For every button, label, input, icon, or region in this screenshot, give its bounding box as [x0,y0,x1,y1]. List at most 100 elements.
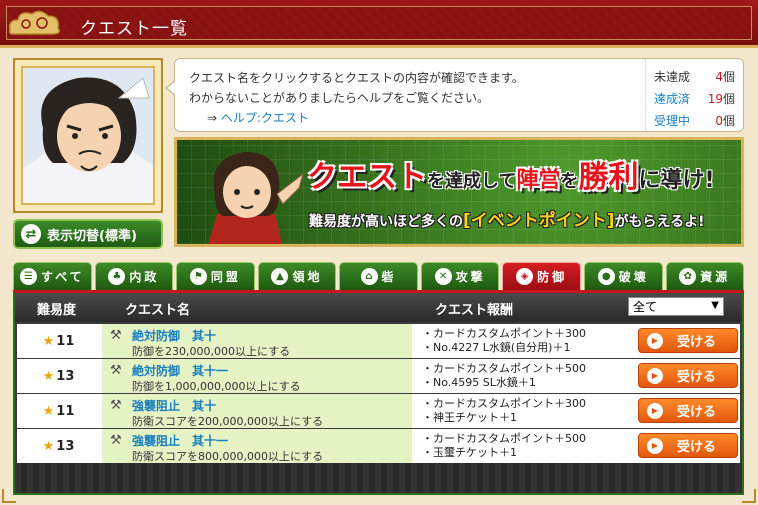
banner-word: を達成して [427,171,517,192]
frame-corner [153,203,163,213]
accept-button[interactable]: ▶ 受ける [638,398,738,423]
quest-title-link[interactable]: 絶対防御 其十一 [132,362,228,379]
reward-cell: ・カードカスタムポイント＋500 ・玉璽チケット＋1 [414,429,628,463]
quest-title-link[interactable]: 強襲阻止 其十一 [132,432,228,449]
help-link[interactable]: ヘルプ:クエスト [221,111,309,125]
frame-corner [153,58,163,68]
banner-word: クエスト [307,160,427,195]
tree-icon: ♣ [108,268,126,285]
stat-unit: 個 [722,113,735,128]
table-row: ★ 13 ⚒ 絶対防御 其十一 防御を1,000,000,000以上にする ・カードカスタ… [17,359,740,393]
play-icon: ▶ [647,332,663,349]
accept-button[interactable]: ▶ 受ける [638,363,738,388]
tab-label: 内政 [129,270,160,284]
table-row: ★ 11 ⚒ 絶対防御 其十 防御を230,000,000以上にする ・カードカスタムポイ… [17,324,740,358]
level-cell: ★ 11 [17,324,100,358]
level-value: 11 [56,403,75,419]
name-cell: ⚒ 絶対防御 其十 防御を230,000,000以上にする [102,324,412,358]
table-footer [15,463,742,493]
reward-cell: ・カードカスタムポイント＋500 ・No.4595 SL水鏡＋1 [414,359,628,393]
category-tabs: ☰ すべて ♣ 内政 ⚑ 同盟 ▲ 領地 ⌂ 砦 ✕ 攻撃 ◈ 防御 ● 破壊 ✿ 資源 [13,262,745,290]
quest-rows: ★ 11 ⚒ 絶対防御 其十 防御を230,000,000以上にする ・カードカスタムポイ… [17,324,740,464]
stat-completed: 達成済 19個 [654,87,735,109]
table-header: 難易度 クエスト名 クエスト報酬 全て ▼ [15,293,742,322]
tab-3[interactable]: ▲ 領地 [257,262,337,290]
banner-word: 勝利 [578,160,639,195]
general-portrait-image [23,68,153,203]
map-icon: ▲ [271,268,289,285]
quest-desc: 防衛スコアを200,000,000以上にする [132,415,324,428]
quest-title-link[interactable]: 絶対防御 其十 [132,327,216,344]
accept-label: 受ける [677,440,717,455]
frame-corner [13,58,23,68]
tab-7[interactable]: ● 破壊 [583,262,663,290]
tab-label: すべて [40,270,85,284]
level-cell: ★ 11 [17,394,100,428]
chevron-down-icon: ▼ [711,300,719,311]
avatar [21,66,155,205]
list-icon: ☰ [19,268,37,285]
reward-cell: ・カードカスタムポイント＋300 ・神王チケット＋1 [414,394,628,428]
level-cell: ★ 13 [17,359,100,393]
bomb-icon: ● [597,268,615,285]
reward-line: ・玉璽チケット＋1 [422,446,517,459]
cloud-emblem-icon [8,10,60,35]
reward-line: ・No.4595 SL水鏡＋1 [422,376,536,389]
quest-desc: 防御を1,000,000,000以上にする [132,380,301,393]
accept-label: 受ける [677,370,717,385]
level-value: 13 [56,438,75,454]
accept-button[interactable]: ▶ 受ける [638,328,738,353]
accept-label: 受ける [677,335,717,350]
filter-select[interactable]: 全て ▼ [628,297,724,316]
name-cell: ⚒ 強襲阻止 其十一 防衛スコアを800,000,000以上にする [102,429,412,463]
quest-icon: ⚒ [110,433,122,448]
info-box: クエスト名をクリックするとクエストの内容が確認できます。 わからないことがありま… [174,58,744,132]
swap-icon: ⇄ [21,224,41,244]
accept-label: 受ける [677,405,717,420]
quest-desc: 防衛スコアを800,000,000以上にする [132,450,324,463]
star-icon: ★ [42,403,55,419]
banner-word: 陣営 [516,168,561,193]
stat-label: 未達成 [654,69,691,84]
banner-word: を [560,171,579,192]
star-icon: ★ [42,368,55,384]
display-toggle-button[interactable]: ⇄ 表示切替(標準) [13,219,163,249]
quest-icon: ⚒ [110,363,122,378]
tab-1[interactable]: ♣ 内政 [94,262,174,290]
page-title: クエスト一覧 [80,19,188,39]
level-value: 11 [56,333,75,349]
tab-label: 攻撃 [455,270,486,284]
quest-title-link[interactable]: 強襲阻止 其十 [132,397,216,414]
tab-6[interactable]: ◈ 防御 [502,262,581,290]
tab-0[interactable]: ☰ すべて [13,262,92,290]
quest-stats: 未達成 4個 達成済 19個 受理中 0個 [645,59,743,131]
tab-label: 同盟 [210,270,241,284]
tab-2[interactable]: ⚑ 同盟 [176,262,255,290]
star-icon: ★ [42,333,55,349]
level-value: 13 [56,368,75,384]
reward-line: ・カードカスタムポイント＋500 [422,432,586,445]
table-row: ★ 11 ⚒ 強襲阻止 其十 防衛スコアを200,000,000以上にする ・カードカスタ… [17,394,740,428]
header-reward: クエスト報酬 [435,303,514,318]
accept-button[interactable]: ▶ 受ける [638,433,738,458]
help-row: ⇒ ヘルプ:クエスト [207,109,309,126]
frame-corner [13,203,23,213]
stat-link[interactable]: 受理中 [654,112,690,129]
tab-label: 破壊 [618,270,649,284]
tab-label: 資源 [700,270,731,284]
play-icon: ▶ [647,402,663,419]
reward-line: ・カードカスタムポイント＋300 [422,397,586,410]
tab-4[interactable]: ⌂ 砦 [339,262,418,290]
action-cell: ▶ 受ける [630,429,740,463]
swords-icon: ✕ [434,268,452,285]
stat-count: 0 [715,113,723,128]
stat-count: 19 [707,91,723,106]
tab-label: 防御 [537,270,568,284]
tab-label: 領地 [292,270,323,284]
tab-5[interactable]: ✕ 攻撃 [420,262,500,290]
tab-8[interactable]: ✿ 資源 [665,262,745,290]
filter-value: 全て [633,300,658,314]
stat-link[interactable]: 達成済 [654,90,690,107]
info-text-2: わからないことがありましたらヘルプをご覧ください。 [189,91,490,105]
banner-headline: クエストを達成して陣営を勝利に導け! [307,152,715,196]
